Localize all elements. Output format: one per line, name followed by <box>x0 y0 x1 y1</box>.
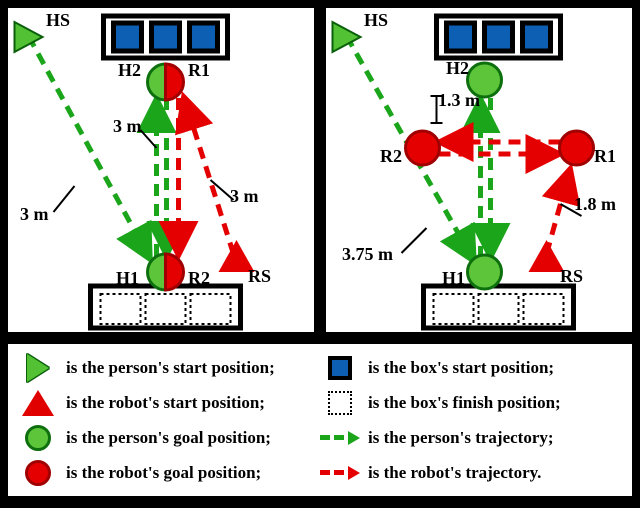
legend-box-start: is the box's start position; <box>320 350 622 385</box>
panel-b-svg <box>326 8 632 332</box>
panel-b-18m: 1.8 m <box>574 194 616 215</box>
panel-b-h2-label: H2 <box>446 58 469 79</box>
dash-arrow-green-icon <box>320 431 360 445</box>
legend-hg-text: is the person's goal position; <box>66 428 271 448</box>
legend-human-goal: is the person's goal position; <box>18 420 320 455</box>
legend-hs-text: is the person's start position; <box>66 358 275 378</box>
panel-a-3m-diag: 3 m <box>20 204 49 225</box>
triangle-up-icon <box>22 390 54 416</box>
panel-a-h2-label: H2 <box>118 60 141 81</box>
panel-a: HS H2 R1 3 m 3 m 3 m H1 R2 RS <box>5 5 317 335</box>
panel-b: HS H2 1.3 m R2 R1 1.8 m 3.75 m H1 RS <box>323 5 635 335</box>
panel-b-hs-label: HS <box>364 10 388 31</box>
panel-b-375m: 3.75 m <box>342 244 393 265</box>
legend-ht-text: is the person's trajectory; <box>368 428 554 448</box>
legend-rt-text: is the robot's trajectory. <box>368 463 541 483</box>
dash-arrow-red-icon <box>320 466 360 480</box>
legend-robot-goal: is the robot's goal position; <box>18 455 320 490</box>
panel-a-hs-label: HS <box>46 10 70 31</box>
panel-a-rs-label: RS <box>248 266 271 287</box>
triangle-right-icon <box>27 354 49 382</box>
box-finish-icon <box>328 391 352 415</box>
legend-human-traj: is the person's trajectory; <box>320 420 622 455</box>
panel-b-rs-label: RS <box>560 266 583 287</box>
legend-box-finish: is the box's finish position; <box>320 385 622 420</box>
legend-robot-start: is the robot's start position; <box>18 385 320 420</box>
legend-bs-text: is the box's start position; <box>368 358 554 378</box>
legend-bf-text: is the box's finish position; <box>368 393 561 413</box>
panel-a-r2-label: R2 <box>188 268 210 289</box>
box-start-icon <box>328 356 352 380</box>
figure-root: HS H2 R1 3 m 3 m 3 m H1 R2 RS <box>0 0 640 508</box>
panel-a-h1-label: H1 <box>116 268 139 289</box>
legend-robot-traj: is the robot's trajectory. <box>320 455 622 490</box>
panels-row: HS H2 R1 3 m 3 m 3 m H1 R2 RS <box>5 5 635 335</box>
panel-b-h1-label: H1 <box>442 268 465 289</box>
panel-a-3m-rs: 3 m <box>230 186 259 207</box>
legend-rs-text: is the robot's start position; <box>66 393 265 413</box>
circle-red-icon <box>25 460 51 486</box>
legend: is the person's start position; is the b… <box>5 341 635 499</box>
panel-a-3m-vert: 3 m <box>113 116 142 137</box>
circle-green-icon <box>25 425 51 451</box>
legend-human-start: is the person's start position; <box>18 350 320 385</box>
legend-rg-text: is the robot's goal position; <box>66 463 261 483</box>
panel-a-r1-label: R1 <box>188 60 210 81</box>
panel-b-r2-label: R2 <box>380 146 402 167</box>
panel-b-r1-label: R1 <box>594 146 616 167</box>
panel-b-13m: 1.3 m <box>438 90 480 111</box>
